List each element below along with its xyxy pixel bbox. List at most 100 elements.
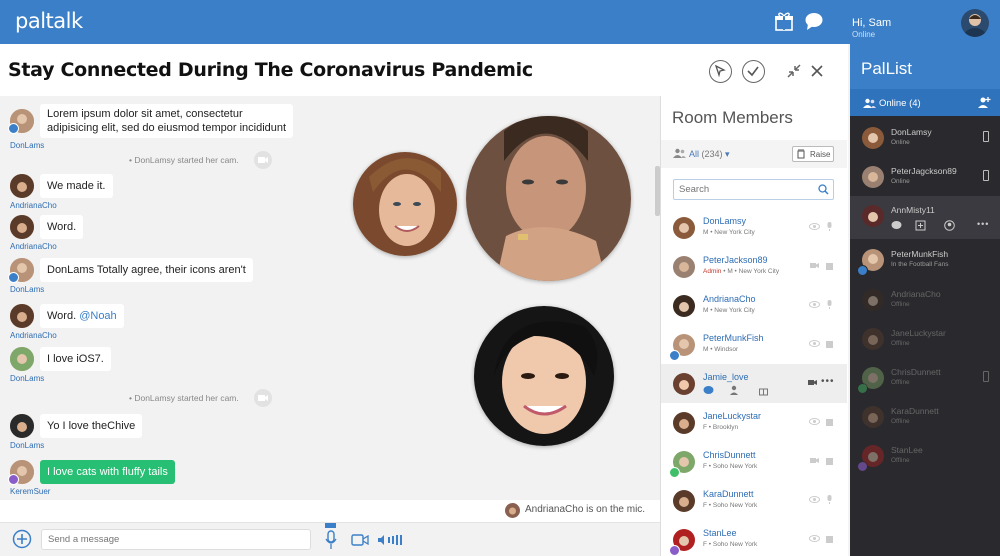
check-button[interactable] bbox=[742, 60, 765, 83]
avatar[interactable] bbox=[10, 414, 34, 438]
paltalk-logo[interactable]: paltalk bbox=[15, 9, 83, 33]
avatar[interactable] bbox=[10, 304, 34, 328]
member-row[interactable]: DonLamsy M • New York City bbox=[661, 208, 847, 247]
members-filter-dropdown[interactable]: All (234) ▾ bbox=[689, 149, 730, 160]
eye-icon[interactable] bbox=[809, 221, 820, 232]
microphone-icon[interactable] bbox=[824, 221, 835, 232]
cam-icon[interactable] bbox=[807, 377, 818, 388]
avatar[interactable] bbox=[10, 347, 34, 371]
microphone-icon[interactable] bbox=[325, 530, 337, 550]
pal-name: PeterMunkFish bbox=[891, 249, 949, 259]
message-sender[interactable]: DonLams bbox=[10, 285, 44, 294]
cursor-button[interactable] bbox=[709, 60, 732, 83]
add-icon[interactable] bbox=[12, 529, 32, 549]
cam-icon[interactable] bbox=[254, 151, 272, 169]
avatar[interactable] bbox=[673, 256, 695, 278]
avatar[interactable] bbox=[10, 215, 34, 239]
online-section-header[interactable]: Online (4) bbox=[850, 89, 1000, 116]
member-row[interactable]: PeterJackson89 Admin • M • New York City bbox=[661, 247, 847, 286]
pal-row[interactable]: StanLee Offline bbox=[850, 436, 1000, 475]
message-icon[interactable] bbox=[891, 220, 902, 231]
hand-icon[interactable] bbox=[824, 533, 835, 544]
pal-row[interactable]: ChrisDunnett Offline bbox=[850, 358, 1000, 397]
pal-row[interactable]: DonLamsy Online bbox=[850, 118, 1000, 157]
cam-icon[interactable] bbox=[809, 455, 820, 466]
avatar[interactable] bbox=[673, 412, 695, 434]
chat-bubble-icon[interactable] bbox=[804, 11, 824, 31]
member-row[interactable]: ChrisDunnett F • Soho New York bbox=[661, 442, 847, 481]
gift-icon[interactable] bbox=[774, 11, 794, 31]
avatar[interactable] bbox=[673, 295, 695, 317]
chat-area[interactable]: Lorem ipsum dolor sit amet, consectetur a… bbox=[0, 96, 660, 521]
members-search-input[interactable] bbox=[673, 179, 834, 200]
hand-icon[interactable] bbox=[824, 416, 835, 427]
eye-icon[interactable] bbox=[809, 494, 820, 505]
gift-icon[interactable] bbox=[758, 385, 769, 396]
eye-icon[interactable] bbox=[809, 338, 820, 349]
avatar[interactable] bbox=[862, 289, 884, 311]
avatar[interactable] bbox=[862, 406, 884, 428]
checkmark-icon bbox=[747, 66, 759, 77]
avatar[interactable] bbox=[505, 503, 520, 518]
eye-icon[interactable] bbox=[809, 416, 820, 427]
member-row[interactable]: StanLee F • Soho New York bbox=[661, 520, 847, 556]
hand-icon[interactable] bbox=[824, 338, 835, 349]
avatar[interactable] bbox=[673, 373, 695, 395]
video-camera-icon[interactable] bbox=[351, 533, 369, 547]
pal-row[interactable]: KaraDunnett Offline bbox=[850, 397, 1000, 436]
avatar[interactable] bbox=[10, 174, 34, 198]
mention-link[interactable]: @Noah bbox=[79, 310, 116, 322]
avatar[interactable] bbox=[673, 217, 695, 239]
member-row[interactable]: KaraDunnett F • Soho New York bbox=[661, 481, 847, 520]
hand-icon[interactable] bbox=[824, 260, 835, 271]
profile-icon[interactable] bbox=[944, 220, 955, 231]
avatar[interactable] bbox=[673, 490, 695, 512]
message-sender[interactable]: DonLams bbox=[10, 374, 44, 383]
avatar[interactable] bbox=[862, 328, 884, 350]
more-options-icon[interactable]: ••• bbox=[821, 376, 835, 387]
microphone-icon[interactable] bbox=[824, 299, 835, 310]
video-feed[interactable] bbox=[466, 116, 631, 281]
message-input[interactable] bbox=[41, 529, 311, 550]
pal-name: AnnMisty11 bbox=[891, 205, 935, 215]
microphone-icon[interactable] bbox=[824, 494, 835, 505]
more-options-icon[interactable]: ••• bbox=[977, 219, 989, 229]
eye-icon[interactable] bbox=[809, 299, 820, 310]
add-user-icon[interactable] bbox=[978, 96, 991, 109]
message-bubble: DonLams Totally agree, their icons aren'… bbox=[40, 258, 253, 282]
message-sender[interactable]: AndrianaCho bbox=[10, 331, 57, 340]
search-icon[interactable] bbox=[818, 184, 829, 195]
eye-icon[interactable] bbox=[809, 533, 820, 544]
close-icon[interactable] bbox=[808, 62, 826, 80]
video-call-icon[interactable] bbox=[915, 220, 926, 231]
pal-row-selected[interactable]: AnnMisty11 ••• bbox=[850, 196, 1000, 239]
message-sender[interactable]: KeremSuer bbox=[10, 487, 50, 496]
avatar[interactable] bbox=[862, 205, 884, 227]
member-row-selected[interactable]: Jamie_love ••• bbox=[661, 364, 847, 403]
avatar[interactable] bbox=[862, 127, 884, 149]
avatar[interactable] bbox=[862, 166, 884, 188]
volume-icon[interactable] bbox=[377, 534, 407, 546]
message-sender[interactable]: AndrianaCho bbox=[10, 242, 57, 251]
member-name: PeterJackson89 bbox=[703, 255, 768, 265]
member-row[interactable]: JaneLuckystar F • Brooklyn bbox=[661, 403, 847, 442]
message-sender[interactable]: DonLams bbox=[10, 441, 44, 450]
message-sender[interactable]: AndrianaCho bbox=[10, 201, 57, 210]
video-feed[interactable] bbox=[353, 152, 457, 256]
mic-indicator bbox=[325, 523, 336, 528]
add-user-icon[interactable] bbox=[729, 385, 740, 396]
pal-row[interactable]: JaneLuckystar Offline bbox=[850, 319, 1000, 358]
cam-icon[interactable] bbox=[809, 260, 820, 271]
pal-row[interactable]: PeterMunkFish In the Football Fans bbox=[850, 240, 1000, 279]
collapse-icon[interactable] bbox=[785, 62, 803, 80]
cam-icon[interactable] bbox=[254, 389, 272, 407]
message-sender[interactable]: DonLams bbox=[10, 141, 44, 150]
message-icon[interactable] bbox=[703, 385, 714, 396]
member-row[interactable]: AndrianaCho M • New York City bbox=[661, 286, 847, 325]
hand-icon[interactable] bbox=[824, 455, 835, 466]
video-feed[interactable] bbox=[474, 306, 614, 446]
user-avatar[interactable] bbox=[961, 9, 989, 37]
pal-row[interactable]: AndrianaCho Offline bbox=[850, 280, 1000, 319]
pal-row[interactable]: PeterJagckson89 Online bbox=[850, 157, 1000, 196]
member-row[interactable]: PeterMunkFish M • Windsor bbox=[661, 325, 847, 364]
